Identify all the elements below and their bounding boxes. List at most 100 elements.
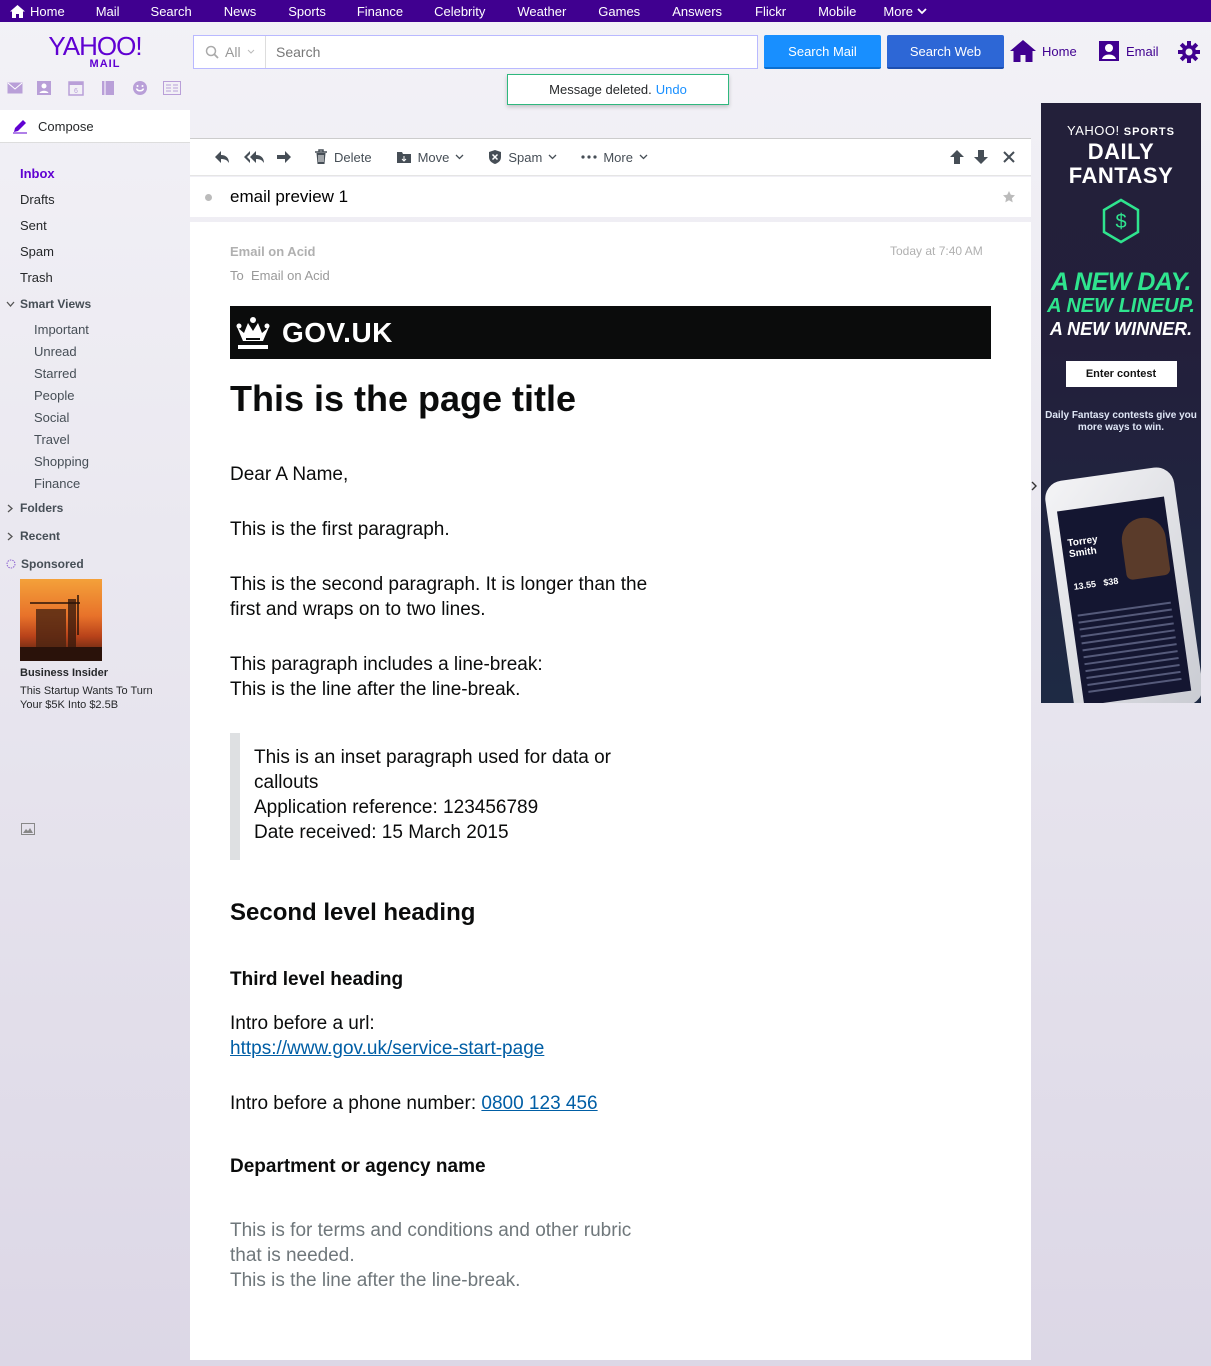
smart-view-people[interactable]: People xyxy=(0,384,190,406)
next-message-button[interactable] xyxy=(973,149,989,165)
sponsored-label: Sponsored xyxy=(0,550,190,578)
profile-icon xyxy=(1099,41,1119,61)
read-status-dot[interactable] xyxy=(205,193,212,201)
collapse-ad-chevron-icon[interactable] xyxy=(1031,480,1037,494)
compose-button[interactable]: Compose xyxy=(0,110,190,143)
department-name: Department or agency name xyxy=(230,1156,486,1177)
folder-sent[interactable]: Sent xyxy=(0,212,190,238)
header-email-link[interactable]: Email xyxy=(1098,40,1159,62)
third-level-heading: Third level heading xyxy=(230,969,404,990)
folder-inbox[interactable]: Inbox xyxy=(0,160,190,186)
search-web-button[interactable]: Search Web xyxy=(887,35,1004,69)
recipient-name[interactable]: Email on Acid xyxy=(251,268,330,283)
inset-callout: This is an inset paragraph used for data… xyxy=(230,733,660,860)
govuk-header: GOV.UK xyxy=(230,306,991,359)
contacts-app-icon[interactable] xyxy=(28,79,60,97)
calendar-app-icon[interactable]: 6 xyxy=(60,79,92,97)
search-bar: All xyxy=(193,35,758,69)
nav-games[interactable]: Games xyxy=(598,4,640,19)
reply-button[interactable] xyxy=(214,150,230,164)
govuk-wordmark: GOV.UK xyxy=(282,316,393,348)
move-button[interactable]: Move xyxy=(396,150,465,165)
recipient-line: To Email on Acid xyxy=(230,268,330,283)
service-url-link[interactable]: https://www.gov.uk/service-start-page xyxy=(230,1038,544,1059)
messenger-app-icon[interactable] xyxy=(124,79,156,97)
nav-finance[interactable]: Finance xyxy=(357,4,403,19)
sponsor-source[interactable]: Business Insider xyxy=(20,667,108,679)
svg-text:$: $ xyxy=(1115,211,1126,233)
paragraph-2: This is the second paragraph. It is long… xyxy=(230,574,648,620)
close-icon xyxy=(1003,151,1015,163)
smart-view-social[interactable]: Social xyxy=(0,406,190,428)
greeting: Dear A Name, xyxy=(230,464,349,485)
folders-toggle[interactable]: Folders xyxy=(0,494,190,522)
more-actions-button[interactable]: More xyxy=(581,150,648,165)
nav-search[interactable]: Search xyxy=(151,4,192,19)
smart-view-important[interactable]: Important xyxy=(0,318,190,340)
phone-mockup: Torrey Smith 13.55 $38 xyxy=(1042,465,1201,703)
recent-toggle[interactable]: Recent xyxy=(0,522,190,550)
yahoo-mail-logo[interactable]: YAHOO! MAIL xyxy=(36,33,154,70)
ellipsis-icon xyxy=(581,155,597,159)
forward-button[interactable] xyxy=(276,150,292,164)
smart-view-travel[interactable]: Travel xyxy=(0,428,190,450)
nav-flickr[interactable]: Flickr xyxy=(755,4,786,19)
search-mail-button[interactable]: Search Mail xyxy=(764,35,881,69)
reply-all-button[interactable] xyxy=(244,150,266,164)
enter-contest-button[interactable]: Enter contest xyxy=(1065,361,1177,387)
nav-weather[interactable]: Weather xyxy=(517,4,566,19)
sender-name[interactable]: Email on Acid xyxy=(230,244,315,259)
folder-move-icon xyxy=(396,152,411,163)
spam-button[interactable]: Spam xyxy=(488,149,557,165)
arrow-down-icon xyxy=(974,150,988,164)
star-icon[interactable] xyxy=(1002,190,1016,204)
ad-brand: YAHOO! SPORTS xyxy=(1067,123,1175,138)
undo-link[interactable]: Undo xyxy=(656,82,687,97)
newsfeed-app-icon[interactable] xyxy=(156,79,188,97)
nav-sports[interactable]: Sports xyxy=(288,4,326,19)
chevron-down-icon xyxy=(247,49,254,54)
settings-gear-icon[interactable] xyxy=(1178,41,1200,68)
ad-line-3: A NEW WINNER. xyxy=(1049,319,1193,339)
home-icon xyxy=(10,4,25,18)
smart-views-toggle[interactable]: Smart Views xyxy=(0,290,190,318)
nav-mobile[interactable]: Mobile xyxy=(818,4,856,19)
image-icon[interactable] xyxy=(21,822,35,840)
sponsor-image[interactable] xyxy=(20,579,102,661)
sponsor-headline[interactable]: This Startup Wants To Turn Your $5K Into… xyxy=(20,684,170,712)
shield-icon xyxy=(489,150,502,164)
daily-fantasy-ad[interactable]: YAHOO! SPORTS DAILY FANTASY $ A NEW DAY.… xyxy=(1041,103,1201,703)
search-input[interactable] xyxy=(266,36,757,68)
smart-view-shopping[interactable]: Shopping xyxy=(0,450,190,472)
phone-block: Intro before a phone number: 0800 123 45… xyxy=(230,1093,598,1114)
previous-message-button[interactable] xyxy=(949,149,965,165)
folder-trash[interactable]: Trash xyxy=(0,264,190,290)
notepad-app-icon[interactable] xyxy=(92,79,124,97)
nav-mail[interactable]: Mail xyxy=(96,4,120,19)
ad-line-1: A NEW DAY. xyxy=(1051,268,1191,296)
delete-button[interactable]: Delete xyxy=(314,149,372,165)
mail-app-icon[interactable] xyxy=(6,79,24,97)
phone-link[interactable]: 0800 123 456 xyxy=(481,1093,597,1114)
chevron-down-icon xyxy=(455,154,464,160)
nav-celebrity[interactable]: Celebrity xyxy=(434,4,485,19)
nav-answers[interactable]: Answers xyxy=(672,4,722,19)
app-switcher: 6 xyxy=(6,79,188,97)
header-home-link[interactable]: Home xyxy=(1010,40,1077,62)
folder-drafts[interactable]: Drafts xyxy=(0,186,190,212)
rubric-text: This is for terms and conditions and oth… xyxy=(230,1220,632,1291)
search-icon xyxy=(205,45,219,59)
trash-icon xyxy=(315,149,327,164)
ad-line-2: A NEW LINEUP. xyxy=(1047,295,1195,317)
smart-view-finance[interactable]: Finance xyxy=(0,472,190,494)
search-scope-dropdown[interactable]: All xyxy=(194,36,266,68)
folder-spam[interactable]: Spam xyxy=(0,238,190,264)
dollar-shield-icon: $ xyxy=(1102,198,1140,244)
close-message-button[interactable] xyxy=(1003,151,1015,163)
nav-news[interactable]: News xyxy=(224,4,257,19)
nav-more[interactable]: More xyxy=(883,4,927,19)
nav-home[interactable]: Home xyxy=(10,4,65,19)
smart-view-unread[interactable]: Unread xyxy=(0,340,190,362)
smart-view-starred[interactable]: Starred xyxy=(0,362,190,384)
forward-icon xyxy=(277,151,291,163)
